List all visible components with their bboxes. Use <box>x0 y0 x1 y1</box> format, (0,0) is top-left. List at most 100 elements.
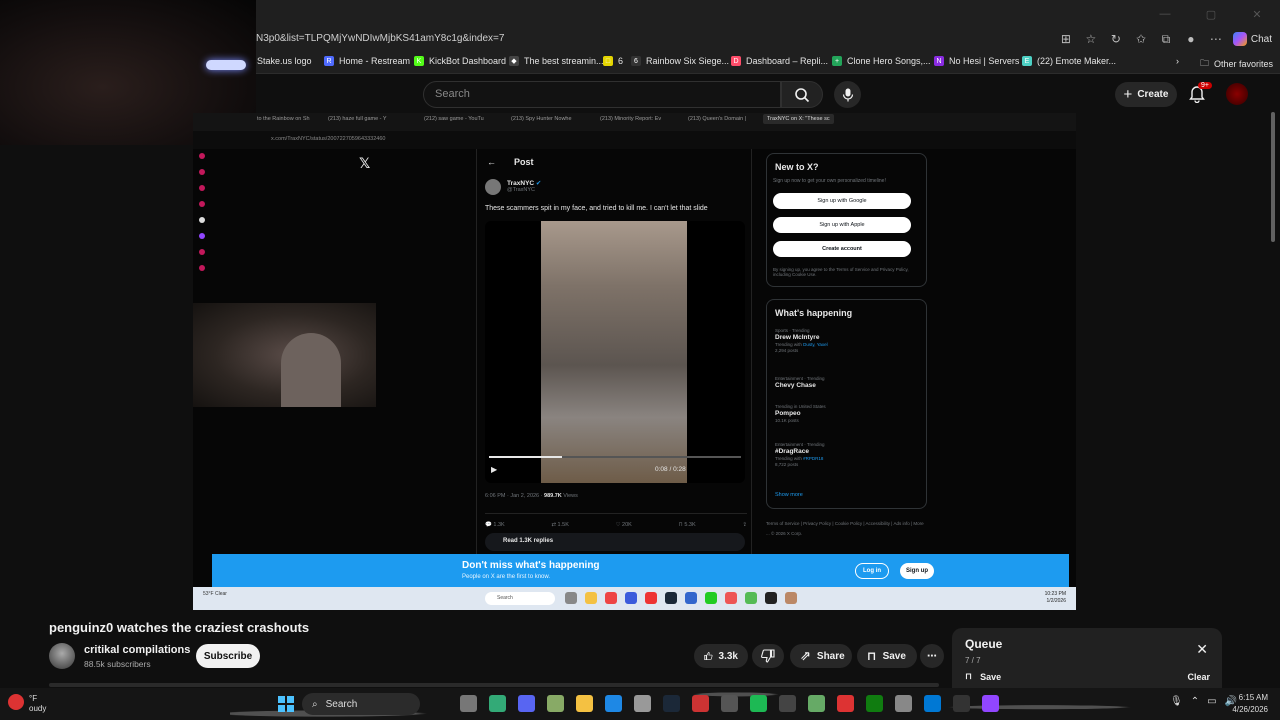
voice-search-button[interactable] <box>834 81 861 108</box>
mic-icon[interactable]: 🎙 <box>1170 696 1183 707</box>
search-input[interactable]: Search <box>423 81 781 108</box>
thumbs-up-icon <box>704 652 713 660</box>
twitch-icon[interactable] <box>982 695 999 712</box>
collections-icon[interactable]: ⧉ <box>1158 31 1174 47</box>
more-icon[interactable]: ⋯ <box>1208 31 1224 47</box>
bookmark-item[interactable]: N No Hesi | Servers <box>934 56 1019 66</box>
app-icon <box>725 592 737 604</box>
like-button[interactable]: 3.3k <box>694 644 748 668</box>
app-available-icon[interactable]: ⊞ <box>1058 31 1074 47</box>
bookmark-item[interactable]: E (22) Emote Maker... <box>1022 56 1116 66</box>
show-more-link: Show more <box>775 492 803 498</box>
trend-category: Sports · Trending <box>775 328 810 333</box>
bookmark-label: No Hesi | Servers <box>949 56 1020 66</box>
like-count-value: 20K <box>622 522 632 528</box>
queue-save-button[interactable]: ⊓ Save <box>965 671 1001 682</box>
app-icon[interactable] <box>634 695 651 712</box>
steam-icon[interactable] <box>663 695 680 712</box>
reply-icon: 💬 <box>485 522 492 528</box>
weather-widget[interactable]: °F oudy <box>8 694 46 714</box>
bookmark-item[interactable]: 6 Rainbow Six Siege... <box>631 56 729 66</box>
app-icon[interactable] <box>837 695 854 712</box>
app-icon[interactable] <box>489 695 506 712</box>
display-icon[interactable]: ▭ <box>1207 696 1216 707</box>
x-post-column: ← Post TraxNYC ✔ @TraxNYC These scammers… <box>476 149 752 557</box>
windows-logo-icon <box>287 696 294 703</box>
app-icon[interactable] <box>924 695 941 712</box>
edge-icon[interactable] <box>605 695 622 712</box>
discord-icon[interactable] <box>518 695 535 712</box>
bookmark-item[interactable]: R Home - Restream <box>324 56 410 66</box>
scrollbar-thumb[interactable] <box>1271 112 1275 242</box>
reply-count-value: 1.3K <box>493 522 505 528</box>
trend-item: Trending in United States Pompeo 10.1K p… <box>775 404 826 423</box>
save-button[interactable]: ⊓ Save <box>857 644 917 668</box>
app-icon[interactable] <box>779 695 796 712</box>
favorites-icon[interactable]: ✩ <box>1133 31 1149 47</box>
account-avatar[interactable] <box>1226 83 1248 105</box>
taskbar-clock[interactable]: 6:15 AM 4/26/2026 <box>1232 692 1268 716</box>
subscribe-button[interactable]: Subscribe <box>196 644 260 668</box>
favorite-star-icon[interactable]: ☆ <box>1083 31 1099 47</box>
start-button[interactable] <box>278 696 294 712</box>
epic-games-icon[interactable] <box>953 695 970 712</box>
thumbs-down-icon <box>761 649 775 663</box>
queue-clear-button[interactable]: Clear <box>1187 672 1210 682</box>
signup-legal: By signing up, you agree to the Terms of… <box>773 267 909 277</box>
close-icon[interactable]: ✕ <box>1234 0 1280 28</box>
create-button[interactable]: + Create <box>1115 82 1177 107</box>
page-scrollbar[interactable] <box>1269 112 1277 682</box>
bookmark-item[interactable]: K KickBot Dashboard <box>414 56 506 66</box>
horizontal-scrollbar[interactable] <box>49 683 939 687</box>
share-button[interactable]: ⇗ Share <box>790 644 852 668</box>
captured-tab-active: TraxNYC on X: "These sc <box>763 114 834 124</box>
settings-icon[interactable] <box>721 695 738 712</box>
url-field[interactable]: N3p0&list=TLPQMjYwNDIwMjbKS41amY8c1g&ind… <box>256 33 504 44</box>
copilot-chat-button[interactable]: Chat <box>1232 32 1272 46</box>
profile-icon[interactable]: ● <box>1183 31 1199 47</box>
task-view-icon[interactable] <box>460 695 477 712</box>
bookmark-count: ⊓ 5.3K <box>679 522 696 528</box>
queue-count: 7 / 7 <box>965 656 981 665</box>
minimize-icon[interactable]: — <box>1142 0 1188 28</box>
more-actions-button[interactable]: ⋯ <box>920 644 944 668</box>
maximize-icon[interactable]: ▢ <box>1188 0 1234 28</box>
file-explorer-icon[interactable] <box>576 695 593 712</box>
new-to-x-title: New to X? <box>775 162 819 172</box>
dislike-button[interactable] <box>752 644 784 668</box>
taskbar-search[interactable]: ⌕ Search <box>302 693 420 715</box>
bookmark-item[interactable]: + Clone Hero Songs,... <box>832 56 931 66</box>
app-icon[interactable] <box>692 695 709 712</box>
app-icon[interactable] <box>895 695 912 712</box>
notifications-button[interactable]: 9+ <box>1189 82 1212 105</box>
bookmarks-overflow-icon[interactable]: › <box>1176 56 1179 66</box>
captured-url: x.com/TraxNYC/status/2007227059643332460 <box>271 136 386 142</box>
search-button[interactable] <box>781 81 823 108</box>
bookmark-item[interactable]: D Dashboard – Repli... <box>731 56 828 66</box>
x-sidebar: New to X? Sign up now to get your own pe… <box>766 153 927 539</box>
app-icon[interactable] <box>547 695 564 712</box>
channel-name[interactable]: critikal compilations <box>84 644 190 656</box>
bookmark-item[interactable]: ◆ The best streamin... <box>509 56 604 66</box>
video-title: penguinz0 watches the craziest crashouts <box>49 620 310 635</box>
bookmark-favicon-icon: N <box>934 56 944 66</box>
bookmark-favicon-icon: 6 <box>631 56 641 66</box>
channel-avatar[interactable] <box>49 643 75 669</box>
tweet-video-progress <box>489 456 741 458</box>
spotify-icon[interactable] <box>750 695 767 712</box>
captured-time: 10:23 PM <box>1044 591 1066 597</box>
play-icon: ▶ <box>491 465 498 474</box>
other-favorites[interactable]: 🗀 Other favorites <box>1200 56 1273 72</box>
queue-close-icon[interactable]: ✕ <box>1196 641 1208 658</box>
bookmark-item[interactable]: □ 6 <box>603 56 623 66</box>
xbox-icon[interactable] <box>866 695 883 712</box>
bookmark-count-value: 5.3K <box>684 522 696 528</box>
app-icon[interactable] <box>808 695 825 712</box>
trend-sub: Trending with <box>775 456 804 461</box>
like-count: ♡ 20K <box>616 522 632 528</box>
chevron-up-icon[interactable]: ⌃ <box>1191 696 1199 707</box>
microphone-icon <box>842 88 853 101</box>
views-label: Views <box>561 493 578 499</box>
video-player[interactable]: to the Rainbow on Sh (213) haze full gam… <box>193 113 1076 610</box>
refresh-icon[interactable]: ↻ <box>1108 31 1124 47</box>
